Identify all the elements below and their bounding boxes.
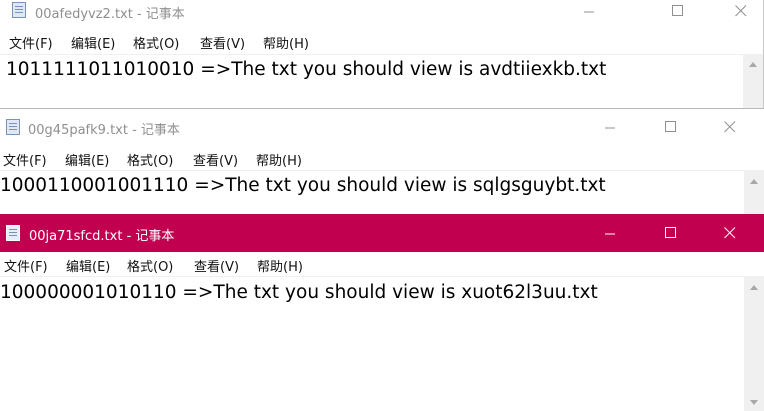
text-editor[interactable]: 1000110001001110 =>The txt you should vi…: [0, 170, 744, 218]
menu-view[interactable]: 查看(V): [193, 150, 238, 169]
close-button[interactable]: [707, 116, 753, 138]
scroll-up-arrow-icon[interactable]: [750, 285, 758, 290]
title-bar[interactable]: 00g45pafk9.txt - 记事本: [0, 109, 764, 145]
close-icon: [724, 227, 736, 239]
menu-bar: 文件(F) 编辑(E) 格式(O) 查看(V) 帮助(H): [0, 256, 764, 276]
window-title: 00ja71sfcd.txt - 记事本: [29, 229, 175, 244]
notepad-window-2[interactable]: 00g45pafk9.txt - 记事本 文件(F) 编辑(E) 格式(O) 查…: [0, 108, 764, 218]
text-editor[interactable]: 100000001010110 =>The txt you should vie…: [0, 276, 744, 411]
editor-text: 1011111011010010 =>The txt you should vi…: [6, 59, 607, 80]
window-title: 00afedyvz2.txt - 记事本: [35, 7, 185, 22]
scroll-down-arrow-icon[interactable]: [750, 400, 758, 405]
menu-format[interactable]: 格式(O): [133, 33, 179, 52]
notepad-icon: [6, 225, 20, 241]
minimize-icon: [583, 11, 594, 12]
menu-help[interactable]: 帮助(H): [256, 150, 302, 169]
scroll-up-arrow-icon[interactable]: [750, 179, 758, 184]
menu-help[interactable]: 帮助(H): [257, 256, 303, 275]
minimize-icon: [604, 233, 615, 234]
vertical-scrollbar[interactable]: [744, 276, 764, 411]
maximize-button[interactable]: [648, 222, 694, 244]
menu-file[interactable]: 文件(F): [3, 150, 47, 169]
scroll-up-arrow-icon[interactable]: [749, 62, 757, 67]
close-button[interactable]: [707, 222, 753, 244]
maximize-button[interactable]: [655, 0, 701, 22]
vertical-scrollbar[interactable]: [743, 54, 763, 110]
close-icon: [724, 121, 736, 133]
menu-help[interactable]: 帮助(H): [263, 33, 309, 52]
menu-view[interactable]: 查看(V): [200, 33, 245, 52]
close-button[interactable]: [718, 0, 763, 22]
minimize-button[interactable]: [587, 116, 633, 138]
menu-format[interactable]: 格式(O): [127, 256, 173, 275]
maximize-icon: [672, 5, 683, 16]
minimize-icon: [604, 127, 615, 128]
maximize-icon: [665, 121, 676, 132]
text-editor[interactable]: 1011111011010010 =>The txt you should vi…: [0, 54, 743, 110]
close-icon: [735, 5, 747, 17]
title-bar[interactable]: 00afedyvz2.txt - 记事本: [0, 0, 763, 22]
menu-file[interactable]: 文件(F): [9, 33, 53, 52]
menu-edit[interactable]: 编辑(E): [71, 33, 115, 52]
notepad-icon: [12, 2, 26, 18]
notepad-window-3[interactable]: 00ja71sfcd.txt - 记事本 文件(F) 编辑(E) 格式(O) 查…: [0, 214, 764, 411]
menu-bar: 文件(F) 编辑(E) 格式(O) 查看(V) 帮助(H): [0, 150, 764, 170]
menu-format[interactable]: 格式(O): [127, 150, 173, 169]
maximize-icon: [665, 227, 676, 238]
notepad-icon: [6, 119, 20, 135]
menu-bar: 文件(F) 编辑(E) 格式(O) 查看(V) 帮助(H): [0, 33, 763, 53]
editor-text: 100000001010110 =>The txt you should vie…: [0, 282, 598, 303]
notepad-window-1[interactable]: 00afedyvz2.txt - 记事本 文件(F) 编辑(E) 格式(O) 查…: [0, 0, 764, 110]
title-bar[interactable]: 00ja71sfcd.txt - 记事本: [0, 214, 764, 252]
maximize-button[interactable]: [648, 116, 694, 138]
menu-edit[interactable]: 编辑(E): [66, 256, 110, 275]
vertical-scrollbar[interactable]: [744, 170, 764, 218]
minimize-button[interactable]: [566, 0, 612, 22]
menu-file[interactable]: 文件(F): [4, 256, 48, 275]
menu-edit[interactable]: 编辑(E): [65, 150, 109, 169]
menu-view[interactable]: 查看(V): [194, 256, 239, 275]
minimize-button[interactable]: [587, 222, 633, 244]
window-title: 00g45pafk9.txt - 记事本: [28, 123, 180, 138]
editor-text: 1000110001001110 =>The txt you should vi…: [0, 175, 606, 196]
